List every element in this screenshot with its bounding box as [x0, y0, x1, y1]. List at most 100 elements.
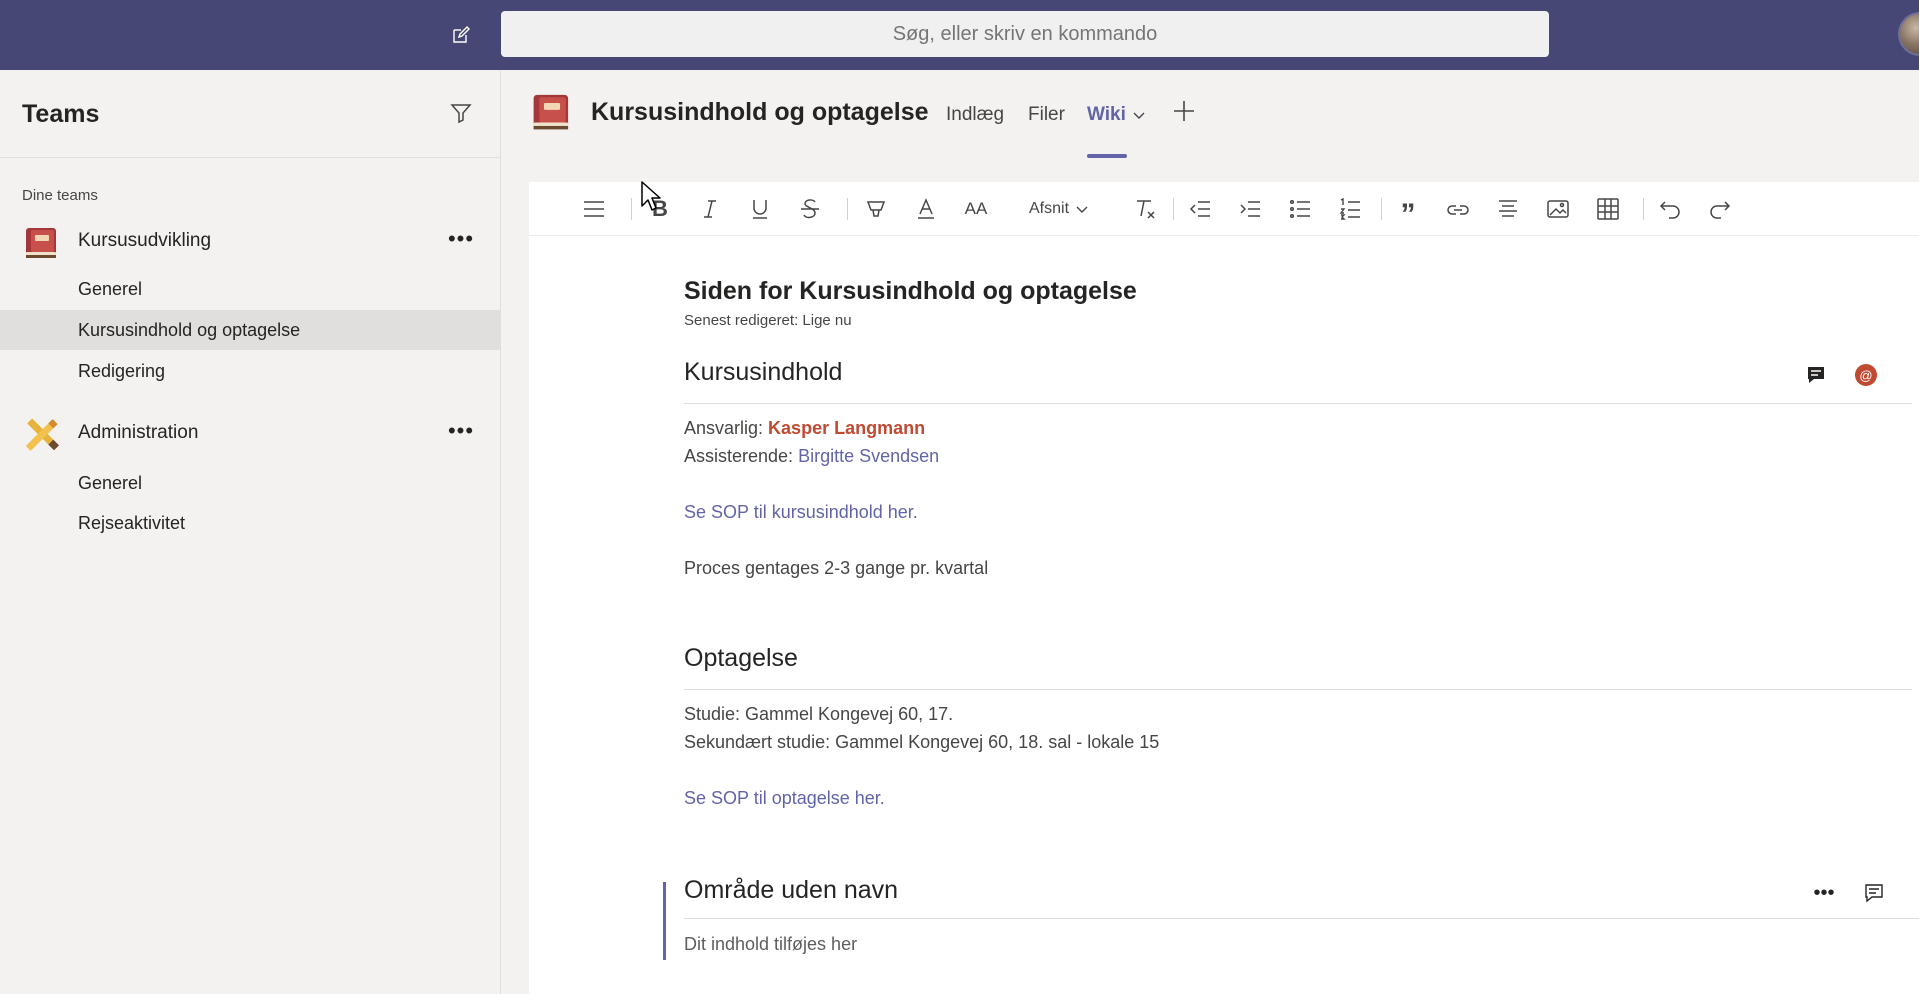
section-heading-optagelse[interactable]: Optagelse: [684, 644, 798, 673]
decrease-indent-button[interactable]: [1183, 192, 1217, 226]
filter-icon: [450, 104, 472, 124]
toolbar-separator: [1643, 198, 1644, 220]
teams-panel: Teams Dine teams Kursusudvikling ••• Gen…: [0, 70, 501, 994]
search-input[interactable]: [501, 11, 1549, 57]
image-icon: [1547, 200, 1569, 218]
undo-button[interactable]: [1653, 192, 1687, 226]
align-button[interactable]: [1491, 192, 1525, 226]
highlight-button[interactable]: [859, 192, 893, 226]
app-top-bar: [0, 0, 1919, 70]
wiki-editor: B AA Afsnit ” Siden for Kursusindhold og…: [529, 182, 1919, 994]
chevron-down-icon: [1133, 112, 1145, 119]
section-mention-button[interactable]: @: [1851, 360, 1881, 390]
sop-optagelse-link[interactable]: Se SOP til optagelse her.: [684, 788, 885, 809]
assistant-mention[interactable]: Birgitte Svendsen: [798, 446, 939, 466]
paragraph-style-dropdown[interactable]: Afsnit: [1029, 192, 1089, 226]
responsible-mention[interactable]: Kasper Langmann: [768, 418, 925, 438]
add-tab-button[interactable]: [1173, 98, 1195, 128]
channel-generel[interactable]: Generel: [0, 463, 500, 503]
link-icon: [1447, 205, 1469, 215]
italic-icon: [704, 200, 716, 218]
assistant-label: Assisterende:: [684, 446, 794, 466]
teams-panel-header: Teams: [0, 70, 500, 158]
tab-wiki[interactable]: Wiki: [1087, 104, 1146, 126]
section-comment-button[interactable]: [1801, 360, 1831, 390]
mention-badge-icon: @: [1855, 364, 1877, 386]
clear-formatting-button[interactable]: [1129, 192, 1163, 226]
clear-formatting-icon: [1137, 200, 1155, 219]
team-more-options-button[interactable]: •••: [446, 416, 476, 446]
pencil-ruler-icon: [26, 418, 59, 451]
channel-title: Kursusindhold og optagelse: [591, 98, 929, 126]
insert-image-button[interactable]: [1541, 192, 1575, 226]
studio-address-line: Studie: Gammel Kongevej 60, 17.: [684, 704, 954, 724]
italic-button[interactable]: [693, 192, 727, 226]
numbered-list-icon: [1339, 198, 1360, 220]
section-divider: [684, 403, 1912, 404]
team-kursusudvikling[interactable]: Kursusudvikling •••: [0, 218, 500, 264]
decrease-indent-icon: [1189, 201, 1210, 217]
tab-indlaeg[interactable]: Indlæg: [946, 104, 1004, 126]
bulleted-list-button[interactable]: [1283, 192, 1317, 226]
comment-icon: [1865, 884, 1883, 903]
font-size-button[interactable]: AA: [959, 192, 993, 226]
active-section-indicator: [663, 882, 666, 960]
font-size-icon: AA: [964, 199, 988, 218]
last-edited-text: Senest redigeret: Lige nu: [684, 312, 852, 329]
more-icon: •••: [1813, 881, 1835, 904]
quote-icon: ”: [1400, 198, 1416, 231]
undo-icon: [1659, 201, 1680, 219]
font-color-icon: [918, 198, 934, 219]
channel-kursusindhold-og-optagelse[interactable]: Kursusindhold og optagelse: [0, 310, 500, 350]
compose-icon: [453, 26, 470, 43]
section-label-your-teams: Dine teams: [22, 187, 98, 204]
more-icon: •••: [447, 418, 475, 443]
section-comment-button[interactable]: [1859, 878, 1889, 908]
underline-button[interactable]: [743, 192, 777, 226]
more-icon: •••: [447, 226, 475, 251]
wiki-page-title[interactable]: Siden for Kursusindhold og optagelse: [684, 277, 1137, 306]
paragraph-style-value: Afsnit: [1029, 200, 1070, 217]
section-heading-kursusindhold[interactable]: Kursusindhold: [684, 358, 842, 387]
mouse-pointer-icon: [641, 181, 661, 211]
channel-redigering[interactable]: Redigering: [0, 351, 500, 391]
responsible-label: Ansvarlig:: [684, 418, 764, 438]
avatar[interactable]: [1898, 12, 1919, 56]
table-icon: [1597, 198, 1619, 220]
increase-indent-button[interactable]: [1233, 192, 1267, 226]
numbered-list-button[interactable]: [1333, 192, 1367, 226]
insert-table-button[interactable]: [1591, 192, 1625, 226]
section-content-placeholder[interactable]: Dit indhold tilføjes her: [684, 934, 857, 955]
compose-button[interactable]: [446, 20, 476, 50]
strikethrough-button[interactable]: [793, 192, 827, 226]
link-button[interactable]: [1441, 192, 1475, 226]
secondary-studio-address-line: Sekundært studie: Gammel Kongevej 60, 18…: [684, 732, 1160, 752]
section-divider: [684, 689, 1912, 690]
toolbar-separator: [847, 198, 848, 220]
assistant-line: Assisterende: Birgitte Svendsen: [684, 446, 939, 467]
tab-filer[interactable]: Filer: [1028, 104, 1065, 126]
redo-button[interactable]: [1703, 192, 1737, 226]
team-more-options-button[interactable]: •••: [446, 224, 476, 254]
formatting-toolbar: B AA Afsnit ”: [529, 182, 1919, 236]
teams-panel-title: Teams: [22, 100, 100, 128]
channel-header: Kursusindhold og optagelse Indlæg Filer …: [501, 70, 1919, 158]
filter-button[interactable]: [446, 98, 476, 128]
strikethrough-icon: [801, 199, 819, 219]
channel-rejseaktivitet[interactable]: Rejseaktivitet: [0, 503, 500, 543]
comment-icon: [1808, 367, 1824, 383]
increase-indent-icon: [1240, 201, 1260, 217]
underline-icon: [753, 200, 767, 219]
redo-icon: [1710, 201, 1731, 219]
section-more-options-button[interactable]: •••: [1809, 878, 1839, 908]
team-administration[interactable]: Administration •••: [0, 410, 500, 456]
section-heading-unnamed[interactable]: Område uden navn: [684, 876, 898, 905]
channel-generel[interactable]: Generel: [0, 269, 500, 309]
book-icon: [533, 94, 569, 130]
font-color-button[interactable]: [909, 192, 943, 226]
toolbar-separator: [1173, 198, 1174, 220]
tab-wiki-label: Wiki: [1087, 104, 1126, 125]
hamburger-menu-button[interactable]: [577, 192, 611, 226]
quote-button[interactable]: ”: [1391, 192, 1425, 231]
sop-kursusindhold-link[interactable]: Se SOP til kursusindhold her.: [684, 502, 918, 523]
